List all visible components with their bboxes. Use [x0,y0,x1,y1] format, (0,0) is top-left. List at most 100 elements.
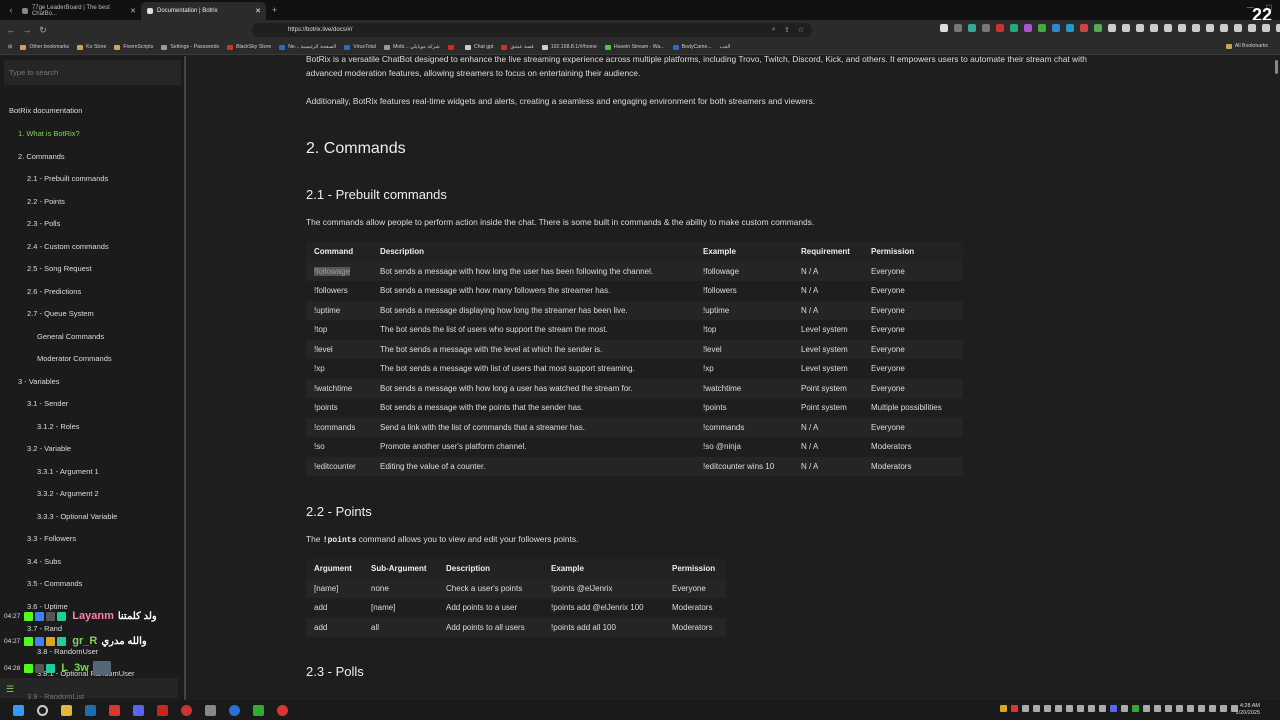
url-field[interactable]: https://botrix.live/docs/#/ ⌕ ⇪ ☆ [252,23,812,37]
extension-icon[interactable] [1192,24,1200,32]
tray-icon[interactable] [1022,705,1029,712]
bookmark-item[interactable]: Husein Stream - Wa... [604,44,665,50]
menu-icon[interactable]: ☰ [6,684,14,695]
bookmark-item[interactable]: VirusTotal [344,44,376,50]
sidebar-item-randomlist[interactable]: 3.9 - RandomList [27,692,84,700]
tray-icon[interactable] [1066,705,1073,712]
extension-icon[interactable] [1094,24,1102,32]
sidebar-item-general-commands[interactable]: General Commands [37,332,104,341]
new-tab-icon[interactable]: + [272,5,277,15]
extension-icon[interactable] [1178,24,1186,32]
sidebar-item-roles[interactable]: 3.1.2 - Roles [37,422,80,431]
extension-icon[interactable] [1248,24,1256,32]
bookmark-item[interactable]: FivemScripts [114,44,153,50]
sidebar-item-botrix-documentation[interactable]: BotRix documentation [9,106,82,115]
tray-icon[interactable] [1198,705,1205,712]
extension-icon[interactable] [1024,24,1032,32]
page-scrollbar[interactable] [1273,56,1280,700]
bookmark-item[interactable]: قصة عشق [501,44,534,50]
sidebar-item-variable[interactable]: 3.2 - Variable [27,444,71,453]
tray-icon[interactable] [1154,705,1161,712]
all-bookmarks-item[interactable]: All Bookmarks [1225,43,1268,49]
app-icon[interactable] [277,704,288,716]
scrollbar-thumb[interactable] [1275,60,1278,74]
tray-icon[interactable] [1011,705,1018,712]
bookmark-item[interactable]: Ko Store [77,44,106,50]
extension-icon[interactable] [1262,24,1270,32]
extension-icon[interactable] [1276,24,1280,32]
tray-icon[interactable] [1077,705,1084,712]
discord-icon[interactable] [133,704,144,716]
close-tab-icon[interactable]: ✕ [130,7,136,15]
tray-icon[interactable] [1110,705,1117,712]
sidebar-item-queue-system[interactable]: 2.7 - Queue System [27,309,94,318]
tray-icon[interactable] [1143,705,1150,712]
steam-icon[interactable] [85,704,96,716]
tray-icon[interactable] [1099,705,1106,712]
tray-icon[interactable] [1033,705,1040,712]
sidebar-item-commands[interactable]: 2. Commands [18,152,65,161]
zoom-icon[interactable]: ⌕ [772,26,776,34]
opera-icon[interactable] [181,704,192,716]
sidebar-item-sender[interactable]: 3.1 - Sender [27,399,68,408]
tray-icon[interactable] [1044,705,1051,712]
bookmark-item[interactable]: Settings - Passwords [161,44,219,50]
sidebar-item-argument-2[interactable]: 3.3.2 - Argument 2 [37,489,99,498]
extension-icon[interactable] [1080,24,1088,32]
start-icon[interactable] [13,704,24,716]
bookmark-item[interactable] [447,44,457,50]
bookmark-item[interactable]: BlackSky Store [227,44,271,50]
extension-icon[interactable] [1052,24,1060,32]
extension-icon[interactable] [1206,24,1214,32]
browser-tab-leaderboard[interactable]: 77ge LeaderBoard | The best ChatBo... ✕ [16,2,141,20]
sidebar-item-argument-1[interactable]: 3.3.1 - Argument 1 [37,467,99,476]
tray-icon[interactable] [1187,705,1194,712]
tray-icon[interactable] [1176,705,1183,712]
tray-icon[interactable] [1000,705,1007,712]
extension-icon[interactable] [940,24,948,32]
sidebar-item-points[interactable]: 2.2 - Points [27,197,65,206]
forward-icon[interactable]: → [22,25,32,35]
apps-icon[interactable]: ⊞ [8,44,12,50]
sidebar-item-custom-commands[interactable]: 2.4 - Custom commands [27,242,109,251]
minecraft-icon[interactable] [253,704,264,716]
bookmark-item[interactable]: Chat gpt [464,44,493,50]
reload-icon[interactable]: ↻ [38,25,48,36]
tray-icon[interactable] [1132,705,1139,712]
share-icon[interactable]: ⇪ [784,26,790,34]
extension-icon[interactable] [1164,24,1172,32]
extension-icon[interactable] [1010,24,1018,32]
extension-icon[interactable] [1220,24,1228,32]
sidebar-item-song-request[interactable]: 2.5 - Song Request [27,264,92,273]
sidebar-item-polls[interactable]: 2.3 - Polls [27,219,60,228]
settings-gear-icon[interactable] [205,704,216,716]
bookmark-item[interactable]: العب [720,44,731,50]
chrome-icon[interactable] [229,704,240,716]
bookmark-item[interactable]: Other bookmarks [20,44,69,50]
sidebar-item-followers[interactable]: 3.3 - Followers [27,534,76,543]
bookmark-item[interactable]: Ne... الصفحة الرئيسية [279,44,336,50]
app-icon[interactable] [157,704,168,716]
sidebar-item-variables[interactable]: 3 - Variables [18,377,60,386]
tray-icon[interactable] [1055,705,1062,712]
close-tab-icon[interactable]: ✕ [255,7,261,15]
bookmark-star-icon[interactable]: ☆ [798,26,804,34]
extension-icon[interactable] [1038,24,1046,32]
system-clock[interactable]: 4:28 AM 1/20/2025 [1236,703,1260,717]
tray-icon[interactable] [1088,705,1095,712]
search-icon[interactable] [37,704,48,716]
sidebar-item-commands-variable[interactable]: 3.5 - Commands [27,579,82,588]
extension-icon[interactable] [954,24,962,32]
sidebar-item-prebuilt-commands[interactable]: 2.1 - Prebuilt commands [27,174,108,183]
sidebar-item-moderator-commands[interactable]: Moderator Commands [37,354,112,363]
extension-icon[interactable] [1108,24,1116,32]
browser-tab-documentation[interactable]: Documentation | Botrix ✕ [141,2,266,20]
extension-icon[interactable] [1122,24,1130,32]
sidebar-item-subs[interactable]: 3.4 - Subs [27,557,61,566]
app-icon[interactable] [109,704,120,716]
tray-icon[interactable] [1209,705,1216,712]
search-input[interactable] [4,60,181,85]
file-explorer-icon[interactable] [61,704,72,716]
extension-icon[interactable] [968,24,976,32]
tab-back-icon[interactable]: ‹ [6,5,16,15]
